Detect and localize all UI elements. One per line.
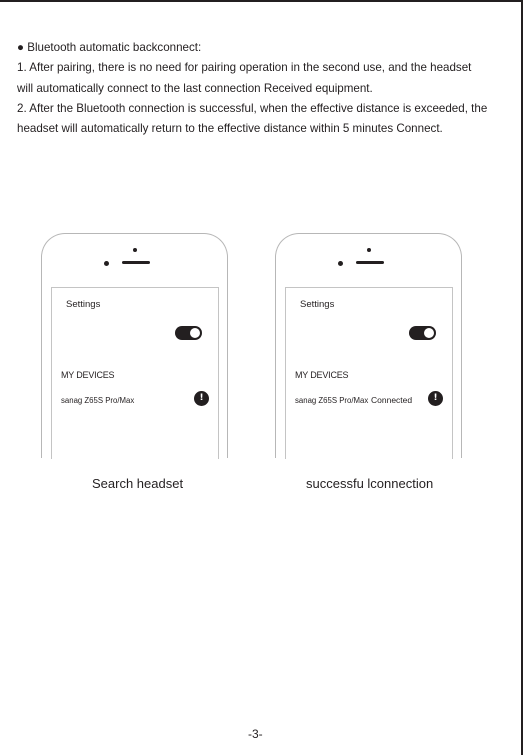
figure-caption-search: Search headset	[92, 476, 184, 491]
phone-camera-dot	[104, 261, 109, 266]
instructions-text: ● Bluetooth automatic backconnect: 1. Af…	[17, 38, 497, 139]
bluetooth-toggle[interactable]	[409, 326, 436, 340]
phone-illustration-connected: Settings MY DEVICES sanag Z65S Pro/Max C…	[275, 233, 462, 459]
settings-title: Settings	[300, 299, 335, 310]
phone-camera-dot	[338, 261, 343, 266]
phone-sensor-dot	[367, 248, 371, 252]
bluetooth-toggle[interactable]	[175, 326, 202, 340]
section-heading: ● Bluetooth automatic backconnect:	[17, 41, 202, 54]
info-icon[interactable]: !	[194, 391, 209, 406]
instruction-line-3: 2. After the Bluetooth connection is suc…	[17, 101, 488, 115]
instruction-line-1: 1. After pairing, there is no need for p…	[17, 61, 472, 75]
instruction-line-4: headset will automatically return to the…	[17, 122, 443, 136]
settings-title: Settings	[66, 299, 101, 310]
phone-speaker	[122, 261, 150, 264]
instruction-line-2: will automatically connect to the last c…	[17, 81, 373, 95]
toggle-knob	[190, 328, 200, 338]
info-icon[interactable]: !	[428, 391, 443, 406]
phone-speaker	[356, 261, 384, 264]
phone-sensor-dot	[133, 248, 137, 252]
device-name[interactable]: sanag Z65S Pro/Max	[61, 396, 134, 405]
toggle-knob	[424, 328, 434, 338]
page-number: -3-	[248, 727, 263, 741]
settings-screen: Settings MY DEVICES sanag Z65S Pro/Max C…	[285, 287, 453, 459]
figure-caption-connected: successfu lconnection	[306, 476, 434, 491]
settings-screen: Settings MY DEVICES sanag Z65S Pro/Max !	[51, 287, 219, 459]
my-devices-header: MY DEVICES	[61, 370, 115, 380]
my-devices-header: MY DEVICES	[295, 370, 349, 380]
device-status: Connected	[371, 395, 413, 405]
phone-illustration-search: Settings MY DEVICES sanag Z65S Pro/Max !	[41, 233, 228, 459]
device-name[interactable]: sanag Z65S Pro/Max	[295, 396, 368, 405]
